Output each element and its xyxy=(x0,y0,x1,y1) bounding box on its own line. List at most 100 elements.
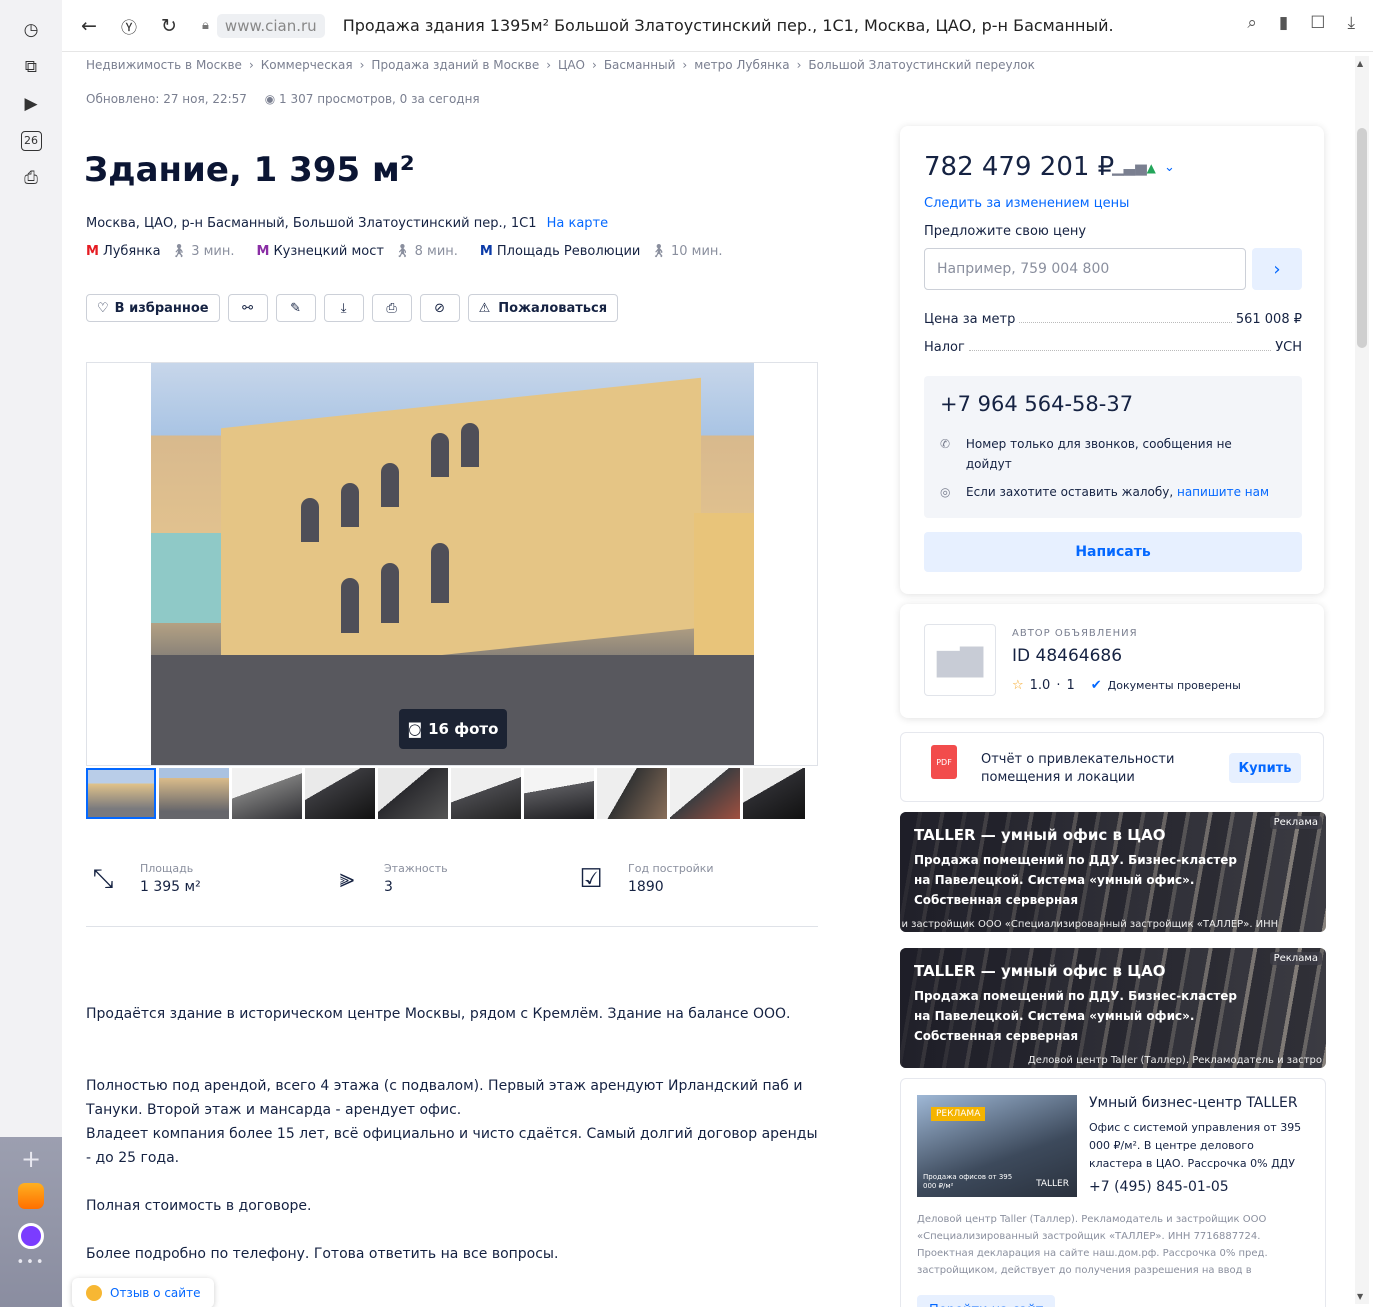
page-scrollbar[interactable]: ▲ ▼ xyxy=(1355,56,1369,1304)
description-paragraph: Более подробно по телефону. Готова ответ… xyxy=(86,1246,559,1262)
ad-card-phone[interactable]: +7 (495) 845-01-05 xyxy=(1089,1179,1229,1195)
ad-banner[interactable]: Реклама TALLER — умный офис в ЦАО Продаж… xyxy=(900,812,1326,932)
history-icon[interactable]: ◷ xyxy=(19,18,43,42)
favorite-button[interactable]: ♡ В избранное xyxy=(86,294,220,322)
photo-thumbnail[interactable] xyxy=(378,768,448,819)
breadcrumb-item[interactable]: ЦАО xyxy=(558,58,585,72)
phone-box: +7 964 564-58-37 ✆ Номер только для звонк… xyxy=(924,376,1302,518)
photo-thumbnail[interactable] xyxy=(743,768,805,819)
main-photo[interactable] xyxy=(151,363,754,765)
more-apps-icon[interactable]: ••• xyxy=(0,1255,62,1270)
bookmark-icon[interactable]: ▮ xyxy=(1279,13,1288,33)
address: Москва, ЦАО, р-н Басманный, Большой Злат… xyxy=(86,216,608,231)
breadcrumb-item[interactable]: Недвижимость в Москве xyxy=(86,58,242,72)
write-button[interactable]: Написать xyxy=(924,532,1302,572)
breadcrumb-item[interactable]: Басманный xyxy=(604,58,676,72)
address-domain[interactable]: www.cian.ru xyxy=(216,13,325,38)
scroll-up-icon[interactable]: ▲ xyxy=(1357,59,1363,68)
scroll-down-icon[interactable]: ▼ xyxy=(1357,1292,1363,1301)
mail-app-icon[interactable] xyxy=(18,1183,44,1209)
metro-station[interactable]: M Площадь Революции 🚶︎ 10 мин. xyxy=(480,244,723,259)
ad-image[interactable]: РЕКЛАМА Продажа офисов от 395 000 ₽/м² T… xyxy=(917,1095,1077,1197)
download-icon[interactable]: ⤓ xyxy=(1347,13,1355,33)
share-icon: ⚯ xyxy=(242,300,254,316)
edit-button[interactable]: ✎ xyxy=(275,294,316,322)
chevron-right-icon: › xyxy=(796,58,802,72)
price-history-icon[interactable]: ▁▃▅▲ xyxy=(1112,158,1156,176)
offer-submit-button[interactable]: › xyxy=(1252,248,1302,290)
walk-time: 🚶︎ 10 мин. xyxy=(650,244,723,259)
chevron-right-icon: › xyxy=(682,58,688,72)
goto-site-button[interactable]: Перейти на сайт xyxy=(917,1295,1056,1307)
ad-banner[interactable]: Реклама TALLER — умный офис в ЦАО Продаж… xyxy=(900,948,1326,1068)
ad-card-title[interactable]: Умный бизнес-центр TALLER xyxy=(1089,1095,1298,1111)
back-icon[interactable]: ← xyxy=(76,13,102,39)
photo-thumbnail[interactable] xyxy=(670,768,740,819)
page-tab-title[interactable]: Продажа здания 1395м² Большой Златоустин… xyxy=(343,16,1113,35)
browser-toolbar: ← Ⓨ ↻ 🔒︎ www.cian.ru Продажа здания 1395… xyxy=(62,0,1373,52)
photo-gallery[interactable]: ◙ 16 фото xyxy=(86,362,818,766)
chevron-down-icon[interactable]: ⌄ xyxy=(1164,160,1175,175)
calendar-day-icon[interactable]: 26 xyxy=(19,129,43,153)
photo-thumbnail[interactable] xyxy=(597,768,667,819)
kv-value: УСН xyxy=(1275,340,1302,355)
metro-icon: M xyxy=(86,244,99,259)
ad-title: TALLER — умный офис в ЦАО xyxy=(914,962,1166,980)
smile-icon xyxy=(86,1285,102,1301)
buy-report-button[interactable]: Купить xyxy=(1229,753,1301,783)
metro-station[interactable]: M Лубянка 🚶︎ 3 мин. xyxy=(86,244,235,259)
breadcrumb-item[interactable]: Большой Златоустинский переулок xyxy=(808,58,1034,72)
complain-button[interactable]: ⚠ Пожаловаться xyxy=(467,294,619,322)
breadcrumb-item[interactable]: метро Лубянка xyxy=(694,58,789,72)
site-feedback-button[interactable]: Отзыв о сайте xyxy=(72,1278,215,1307)
eye-icon: ◉ xyxy=(264,92,276,106)
photo-count-button[interactable]: ◙ 16 фото xyxy=(399,709,507,749)
offer-price-input[interactable]: Например, 759 004 800 xyxy=(924,248,1246,290)
listing-actions: ♡ В избранное ⚯ ✎ ⤓ ⎙ ⊘ ⚠ Пожаловаться xyxy=(86,294,619,322)
follow-price-link[interactable]: Следить за изменением цены xyxy=(924,196,1129,211)
verified-icon: ✔ xyxy=(1090,678,1102,693)
feedback-label: Отзыв о сайте xyxy=(110,1286,201,1300)
photo-thumbnail[interactable] xyxy=(305,768,375,819)
description: Продаётся здание в историческом центре М… xyxy=(86,1002,826,1290)
reviews-count[interactable]: 1 xyxy=(1066,678,1074,693)
add-app-icon[interactable]: + xyxy=(0,1145,62,1173)
breadcrumb-item[interactable]: Продажа зданий в Москве xyxy=(371,58,539,72)
photo-window xyxy=(341,483,359,527)
search-page-icon[interactable]: ⌕ xyxy=(1247,13,1257,33)
alice-assistant-icon[interactable] xyxy=(18,1223,44,1249)
collections-icon[interactable]: ⧉ xyxy=(19,55,43,79)
ad-text: Продажа помещений по ДДУ. Бизнес-кластер… xyxy=(914,989,1238,1043)
area-icon: ⤡ xyxy=(92,864,114,894)
photo-thumbnail[interactable] xyxy=(451,768,521,819)
photo-thumbnail[interactable] xyxy=(524,768,594,819)
breadcrumb-item[interactable]: Коммерческая xyxy=(261,58,353,72)
scroll-thumb[interactable] xyxy=(1357,128,1367,348)
print-button[interactable]: ⎙ xyxy=(371,294,412,322)
map-link[interactable]: На карте xyxy=(547,216,609,231)
share-button[interactable]: ⚯ xyxy=(227,294,268,322)
author-id[interactable]: ID 48464686 xyxy=(1012,646,1122,666)
ad-card: РЕКЛАМА Продажа офисов от 395 000 ₽/м² T… xyxy=(900,1078,1326,1307)
ad-footer: ль и застройщик ООО «Специализированный … xyxy=(900,919,1279,930)
hide-button[interactable]: ⊘ xyxy=(419,294,460,322)
reader-mode-icon[interactable]: ☐ xyxy=(1310,13,1325,33)
complaint-note-text: Если захотите оставить жалобу, xyxy=(966,485,1177,499)
media-player-icon[interactable]: ▶ xyxy=(19,92,43,116)
screenshot-icon[interactable]: ⎙ xyxy=(19,166,43,190)
write-us-link[interactable]: напишите нам xyxy=(1177,485,1269,499)
photo-thumbnail[interactable] xyxy=(86,768,156,819)
building-icon[interactable]: ▆▇ xyxy=(924,624,996,696)
lock-icon[interactable]: 🔒︎ xyxy=(202,18,209,33)
reload-icon[interactable]: ↻ xyxy=(156,13,182,39)
photo-thumbnail[interactable] xyxy=(159,768,229,819)
photo-thumbnail[interactable] xyxy=(232,768,302,819)
phone-number[interactable]: +7 964 564-58-37 xyxy=(940,392,1133,416)
photo-window xyxy=(301,498,319,542)
calendar-icon: ☑ xyxy=(579,864,603,894)
yandex-icon[interactable]: Ⓨ xyxy=(116,13,142,39)
complain-label: Пожаловаться xyxy=(498,300,608,316)
description-line: Владеет компания более 15 лет, всё офици… xyxy=(86,1126,818,1166)
metro-station[interactable]: M Кузнецкий мост 🚶︎ 8 мин. xyxy=(257,244,458,259)
download-button[interactable]: ⤓ xyxy=(323,294,364,322)
